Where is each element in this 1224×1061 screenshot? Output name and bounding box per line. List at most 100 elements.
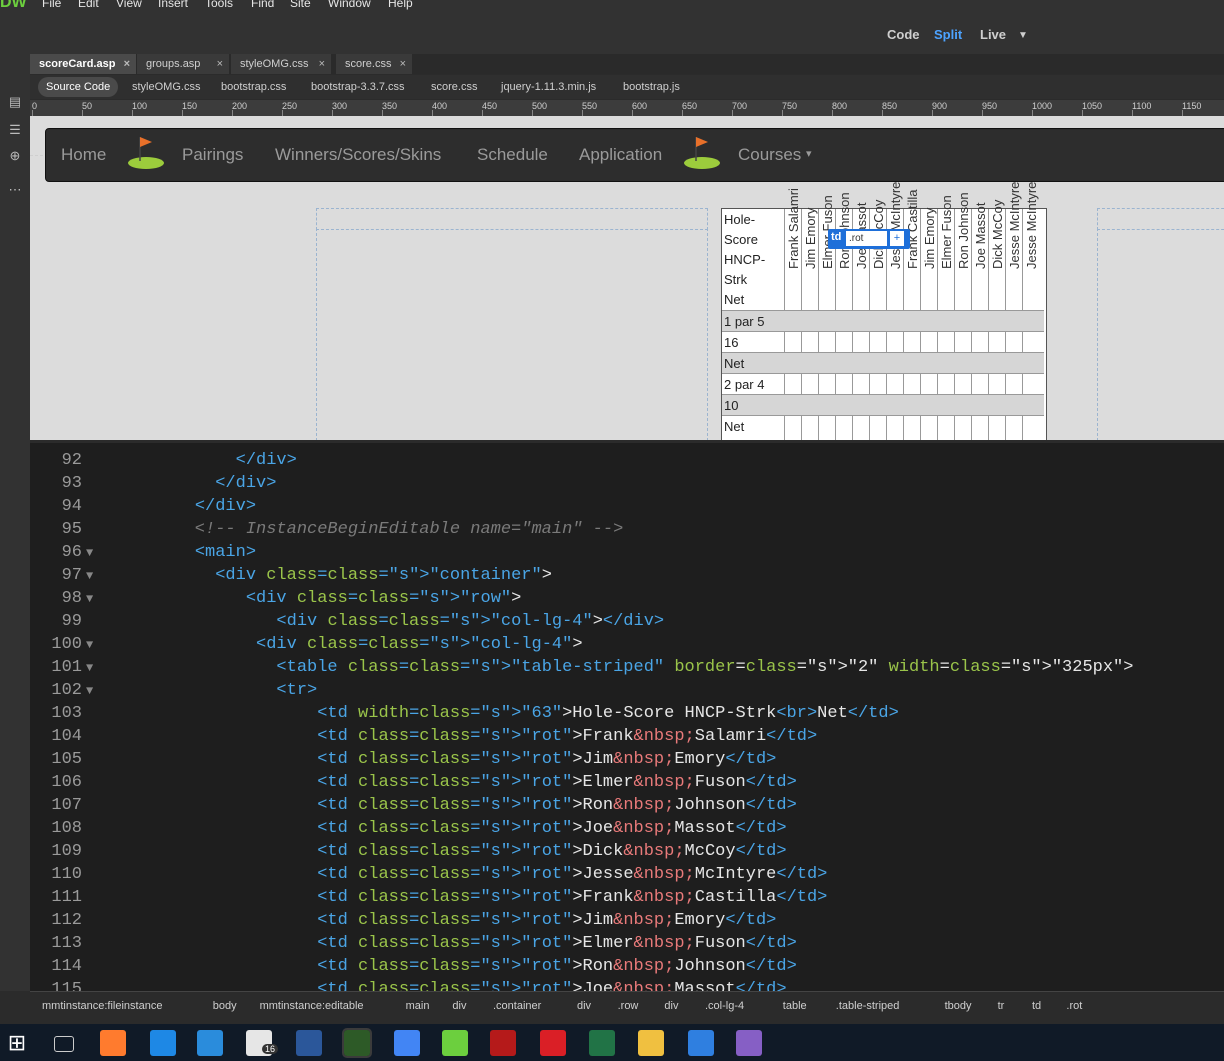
add-class-button[interactable]: + bbox=[890, 231, 904, 246]
player-name-header[interactable]: Frank Salamri bbox=[786, 188, 801, 269]
code-line[interactable]: 112 <td class=class="s">"rot">Jim&nbsp;E… bbox=[30, 911, 1224, 934]
file-management-icon[interactable]: ▤ bbox=[5, 94, 25, 110]
tag-crumb[interactable]: mmtinstance:fileinstance bbox=[42, 1000, 162, 1012]
related-jquery-js[interactable]: jquery-1.11.3.min.js bbox=[501, 75, 596, 99]
tag-crumb[interactable]: tbody bbox=[945, 1000, 972, 1012]
player-name-header[interactable]: Joe Massot bbox=[973, 203, 988, 269]
code-line[interactable]: 109 <td class=class="s">"rot">Dick&nbsp;… bbox=[30, 842, 1224, 865]
nav-courses[interactable]: Courses bbox=[738, 145, 801, 165]
code-line[interactable]: 100 ▼ <div class=class="s">"col-lg-4"> bbox=[30, 635, 1224, 658]
player-name-header[interactable]: Jesse McIntyre bbox=[1007, 182, 1022, 269]
code-line[interactable]: 111 <td class=class="s">"rot">Frank&nbsp… bbox=[30, 888, 1224, 911]
fold-arrow-icon[interactable]: ▼ bbox=[86, 546, 93, 560]
menu-edit[interactable]: Edit bbox=[78, 0, 99, 10]
code-view-button[interactable]: Code bbox=[887, 27, 920, 42]
dreamweaver-icon[interactable] bbox=[342, 1028, 372, 1058]
firefox-dev-icon[interactable] bbox=[688, 1030, 714, 1056]
fold-arrow-icon[interactable]: ▼ bbox=[86, 569, 93, 583]
fold-arrow-icon[interactable]: ▼ bbox=[86, 592, 93, 606]
player-name-header[interactable]: Ron Johnson bbox=[956, 192, 971, 269]
tag-crumb[interactable]: mmtinstance:editable bbox=[260, 1000, 364, 1012]
related-bootstrap-js[interactable]: bootstrap.js bbox=[623, 75, 680, 99]
code-line[interactable]: 96 ▼ <main> bbox=[30, 543, 1224, 566]
close-icon[interactable]: × bbox=[217, 54, 223, 74]
close-icon[interactable]: × bbox=[124, 54, 130, 74]
tag-crumb[interactable]: .col-lg-4 bbox=[705, 1000, 744, 1012]
related-bootstrap-337-css[interactable]: bootstrap-3.3.7.css bbox=[311, 75, 405, 99]
menu-insert[interactable]: Insert bbox=[158, 0, 188, 10]
related-source-code[interactable]: Source Code bbox=[38, 77, 119, 97]
class-field[interactable]: .rot bbox=[846, 231, 887, 246]
visual-studio-icon[interactable] bbox=[736, 1030, 762, 1056]
code-line[interactable]: 113 <td class=class="s">"rot">Elmer&nbsp… bbox=[30, 934, 1224, 957]
nav-home[interactable]: Home bbox=[61, 145, 106, 165]
fold-arrow-icon[interactable]: ▼ bbox=[86, 638, 93, 652]
windows-start-icon[interactable]: ⊞ bbox=[4, 1030, 30, 1056]
file-explorer-icon[interactable] bbox=[638, 1030, 664, 1056]
code-line[interactable]: 114 <td class=class="s">"rot">Ron&nbsp;J… bbox=[30, 957, 1224, 980]
filezilla-icon[interactable] bbox=[490, 1030, 516, 1056]
code-line[interactable]: 103 <td width=class="s">"63">Hole-Score … bbox=[30, 704, 1224, 727]
code-line[interactable]: 110 <td class=class="s">"rot">Jesse&nbsp… bbox=[30, 865, 1224, 888]
target-icon[interactable]: ⊕ bbox=[5, 148, 25, 164]
live-view-button[interactable]: Live bbox=[980, 27, 1006, 42]
task-view-icon[interactable] bbox=[54, 1036, 74, 1052]
code-line[interactable]: 104 <td class=class="s">"rot">Frank&nbsp… bbox=[30, 727, 1224, 750]
menu-site[interactable]: Site bbox=[290, 0, 311, 10]
code-editor[interactable]: 92 </div> 93 </div> 94 </div> 95 <!-- Insta… bbox=[30, 443, 1224, 991]
fold-arrow-icon[interactable]: ▼ bbox=[86, 684, 93, 698]
code-line[interactable]: 115 <td class=class="s">"rot">Joe&nbsp;M… bbox=[30, 980, 1224, 991]
menu-find[interactable]: Find bbox=[251, 0, 274, 10]
firefox-icon[interactable] bbox=[100, 1030, 126, 1056]
tag-crumb[interactable]: tr bbox=[998, 1000, 1005, 1012]
chrome-icon[interactable] bbox=[394, 1030, 420, 1056]
code-line[interactable]: 92 </div> bbox=[30, 451, 1224, 474]
code-line[interactable]: 102 ▼ <tr> bbox=[30, 681, 1224, 704]
menu-tools[interactable]: Tools bbox=[205, 0, 233, 10]
excel-icon[interactable] bbox=[589, 1030, 615, 1056]
fold-arrow-icon[interactable]: ▼ bbox=[86, 661, 93, 675]
edge-icon[interactable] bbox=[150, 1030, 176, 1056]
tag-crumb[interactable]: div bbox=[664, 1000, 678, 1012]
related-score-css[interactable]: score.css bbox=[431, 75, 477, 99]
tag-crumb[interactable]: table bbox=[783, 1000, 807, 1012]
player-name-header[interactable]: Jesse McIntyre bbox=[1024, 182, 1039, 269]
code-line[interactable]: 106 <td class=class="s">"rot">Elmer&nbsp… bbox=[30, 773, 1224, 796]
code-line[interactable]: 93 </div> bbox=[30, 474, 1224, 497]
creative-cloud-icon[interactable] bbox=[540, 1030, 566, 1056]
code-line[interactable]: 99 <div class=class="s">"col-lg-4"></div… bbox=[30, 612, 1224, 635]
tag-crumb[interactable]: .row bbox=[618, 1000, 639, 1012]
nav-winners[interactable]: Winners/Scores/Skins bbox=[275, 145, 441, 165]
tag-crumb[interactable]: td bbox=[1032, 1000, 1041, 1012]
live-view-dropdown-icon[interactable]: ▼ bbox=[1018, 30, 1028, 41]
player-name-header[interactable]: Jim Emory bbox=[803, 208, 818, 269]
menu-file[interactable]: File bbox=[42, 0, 61, 10]
tag-crumb[interactable]: div bbox=[577, 1000, 591, 1012]
close-icon[interactable]: × bbox=[400, 54, 406, 74]
menu-window[interactable]: Window bbox=[328, 0, 371, 10]
nav-schedule[interactable]: Schedule bbox=[477, 145, 548, 165]
player-name-header[interactable]: Elmer Fuson bbox=[939, 195, 954, 269]
code-line[interactable]: 97 ▼ <div class=class="s">"container"> bbox=[30, 566, 1224, 589]
code-line[interactable]: 94 </div> bbox=[30, 497, 1224, 520]
chevron-down-icon[interactable]: ▾ bbox=[806, 147, 812, 160]
close-icon[interactable]: × bbox=[319, 54, 325, 74]
code-line[interactable]: 105 <td class=class="s">"rot">Jim&nbsp;E… bbox=[30, 750, 1224, 773]
tag-crumb[interactable]: .table-striped bbox=[836, 1000, 900, 1012]
store-icon[interactable] bbox=[197, 1030, 223, 1056]
menu-help[interactable]: Help bbox=[388, 0, 413, 10]
tab-scorecard-asp[interactable]: scoreCard.asp × bbox=[30, 54, 136, 74]
more-tools-icon[interactable]: ⋯ bbox=[5, 182, 25, 198]
tag-crumb[interactable]: body bbox=[213, 1000, 237, 1012]
tag-crumb[interactable]: div bbox=[452, 1000, 466, 1012]
nav-pairings[interactable]: Pairings bbox=[182, 145, 243, 165]
nav-application[interactable]: Application bbox=[579, 145, 662, 165]
player-name-header[interactable]: Jesse McIntyre bbox=[888, 182, 903, 269]
menu-view[interactable]: View bbox=[116, 0, 142, 10]
tab-styleomg-css[interactable]: styleOMG.css × bbox=[231, 54, 331, 74]
related-bootstrap-css[interactable]: bootstrap.css bbox=[221, 75, 286, 99]
element-hud[interactable]: td .rot + bbox=[828, 229, 910, 249]
related-styleomg-css[interactable]: styleOMG.css bbox=[132, 75, 200, 99]
live-view-panel[interactable]: Home Pairings Winners/Scores/Skins Sched… bbox=[30, 116, 1224, 440]
tag-crumb[interactable]: .rot bbox=[1066, 1000, 1082, 1012]
